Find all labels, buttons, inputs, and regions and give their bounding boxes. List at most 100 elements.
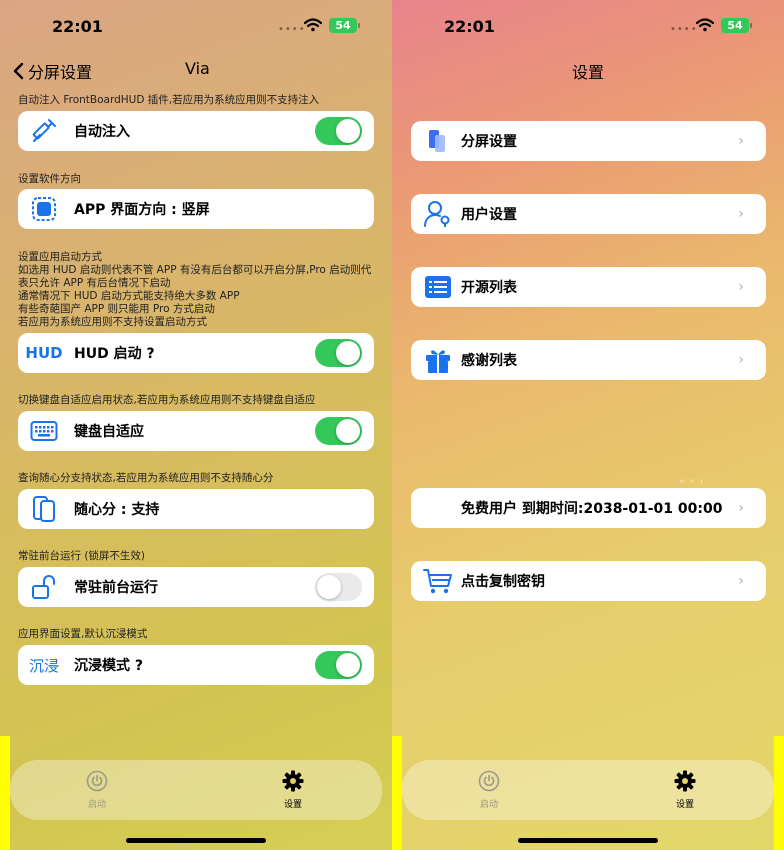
signal-dots: •••• [278,24,306,35]
page-title: 设置 [572,63,605,82]
open-source-list-item[interactable]: 开源列表 › [411,267,766,307]
user-settings-item[interactable]: 用户设置 › [411,194,766,234]
immersive-mode-row: 沉浸 沉浸模式 ? [18,645,374,685]
section-header: 应用界面设置,默认沉浸模式 [18,628,148,640]
membership-item[interactable]: 免费用户 到期时间:2038-01-01 00:00 › [411,488,766,528]
tab-bar: 启动 设置 [10,760,382,820]
row-label: 沉浸模式 ? [74,658,143,674]
cart-icon [423,566,453,596]
section-header: 自动注入 FrontBoardHUD 插件,若应用为系统应用则不支持注入 [18,94,320,106]
status-time: 22:01 [444,17,495,36]
copy-key-item[interactable]: 点击复制密钥 › [411,561,766,601]
auto-inject-row: 自动注入 [18,111,374,151]
stay-foreground-toggle[interactable] [315,573,362,601]
gear-icon [674,770,696,792]
row-label: HUD 启动 ? [74,346,155,362]
row-label: 常驻前台运行 [74,580,158,596]
toggle-knob [336,419,360,443]
auto-inject-toggle[interactable] [315,117,362,145]
nav-bar: 分屏设置 Via [0,50,392,90]
user-key-icon [423,199,453,229]
thanks-list-item[interactable]: 感谢列表 › [411,340,766,380]
chevron-left-icon [13,62,24,80]
item-label: 点击复制密钥 [461,574,545,590]
back-label: 分屏设置 [28,63,93,82]
power-icon [478,770,500,792]
item-label: 开源列表 [461,280,517,296]
section-header: 设置应用启动方式 如选用 HUD 启动则代表不管 APP 有没有后台都可以开启分… [18,251,372,328]
row-label: 随心分 : 支持 [74,502,160,518]
chevron-right-icon: › [738,206,744,222]
nav-bar: 设置 [392,50,784,90]
page-title: Via [185,59,210,78]
tab-launch[interactable]: 启动 [459,770,519,810]
section-header: 查询随心分支持状态,若应用为系统应用则不支持随心分 [18,472,274,484]
signal-dots: •••• [670,24,698,35]
chevron-right-icon: › [738,279,744,295]
section-header: 常驻前台运行 (锁屏不生效) [18,550,146,562]
home-indicator [518,838,658,843]
section-header: 切换键盘自适应启用状态,若应用为系统应用则不支持键盘自适应 [18,394,316,406]
gear-icon [282,770,304,792]
tab-settings[interactable]: 设置 [263,770,323,810]
row-label: 键盘自适应 [74,424,144,440]
chevron-right-icon: › [738,500,744,516]
syringe-icon [28,115,60,147]
tab-bar: 启动 设置 [402,760,774,820]
stay-foreground-row: 常驻前台运行 [18,567,374,607]
edge-bar [774,736,784,850]
row-label: 自动注入 [74,124,130,140]
item-label: 免费用户 到期时间:2038-01-01 00:00 [461,501,723,517]
chevron-right-icon: › [738,133,744,149]
hud-launch-toggle[interactable] [315,339,362,367]
tab-label: 设置 [675,800,694,810]
keyboard-icon [28,415,60,447]
gift-icon [423,345,453,375]
status-time: 22:01 [52,17,103,36]
keyboard-adapt-toggle[interactable] [315,417,362,445]
split-phone-icon [28,493,60,525]
item-label: 感谢列表 [461,353,517,369]
chevron-right-icon: › [738,352,744,368]
home-indicator [126,838,266,843]
list-icon [423,272,453,302]
immersive-mode-toggle[interactable] [315,651,362,679]
wifi-icon [696,18,714,32]
item-label: 用户设置 [461,207,517,223]
split-screen-icon [423,126,453,156]
tab-label: 启动 [87,800,106,810]
tab-label: 启动 [479,800,498,810]
item-label: 分屏设置 [461,134,517,150]
battery-indicator: 54 [721,18,752,33]
split-screen-settings-item[interactable]: 分屏设置 › [411,121,766,161]
row-label: APP 界面方向 : 竖屏 [74,202,210,218]
toggle-knob [336,653,360,677]
battery-indicator: 54 [329,18,360,33]
hud-launch-row: HUD HUD 启动 ? [18,333,374,373]
back-button[interactable]: 分屏设置 [12,59,92,83]
toggle-knob [317,575,341,599]
right-screen: 22:01 •••• 54 设置 分屏设置 › 用户设置 › 开源列表 › 感谢… [392,0,784,850]
unlock-icon [28,571,60,603]
status-bar: 22:01 •••• 54 [392,0,784,50]
wifi-icon [304,18,322,32]
orientation-row[interactable]: APP 界面方向 : 竖屏 [18,189,374,229]
left-screen: 22:01 •••• 54 分屏设置 Via 自动注入 FrontBoardHU… [0,0,392,850]
hud-text-icon: HUD [25,344,63,362]
toggle-knob [336,119,360,143]
screen-frame-icon [28,193,60,225]
tab-label: 设置 [283,800,302,810]
toggle-knob [336,341,360,365]
section-header: 设置软件方向 [18,173,81,185]
faint-text: ᴴ ᵁ ᴶ [680,478,705,487]
edge-bar [0,736,10,850]
status-bar: 22:01 •••• 54 [0,0,392,50]
split-support-row[interactable]: 随心分 : 支持 [18,489,374,529]
chevron-right-icon: › [738,573,744,589]
power-icon [86,770,108,792]
edge-bar [392,736,402,850]
tab-launch[interactable]: 启动 [67,770,127,810]
immersive-text-icon: 沉浸 [28,656,59,675]
tab-settings[interactable]: 设置 [655,770,715,810]
keyboard-adapt-row: 键盘自适应 [18,411,374,451]
